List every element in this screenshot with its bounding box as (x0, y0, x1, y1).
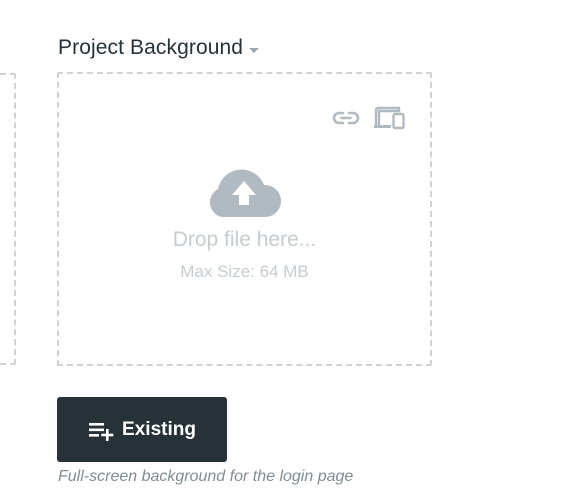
cloud-upload-icon (209, 169, 282, 217)
link-icon[interactable] (332, 106, 360, 130)
field-label-text: Project Background (58, 36, 244, 59)
playlist-add-icon (89, 422, 114, 441)
field-label[interactable]: Project Background (58, 34, 260, 62)
existing-button[interactable]: Existing (57, 397, 227, 462)
devices-icon[interactable] (373, 104, 407, 132)
helper-text: Full-screen background for the login pag… (58, 468, 354, 485)
existing-button-label: Existing (122, 418, 196, 440)
media-field-page: Project Background Drop file here... Max… (0, 0, 561, 495)
caret-down-icon[interactable] (249, 47, 260, 53)
adjacent-dropzone-edge[interactable] (0, 73, 16, 365)
dropzone-prompt: Drop file here... (172, 228, 317, 251)
max-size-label: Max Size: 64 MB (180, 262, 309, 281)
